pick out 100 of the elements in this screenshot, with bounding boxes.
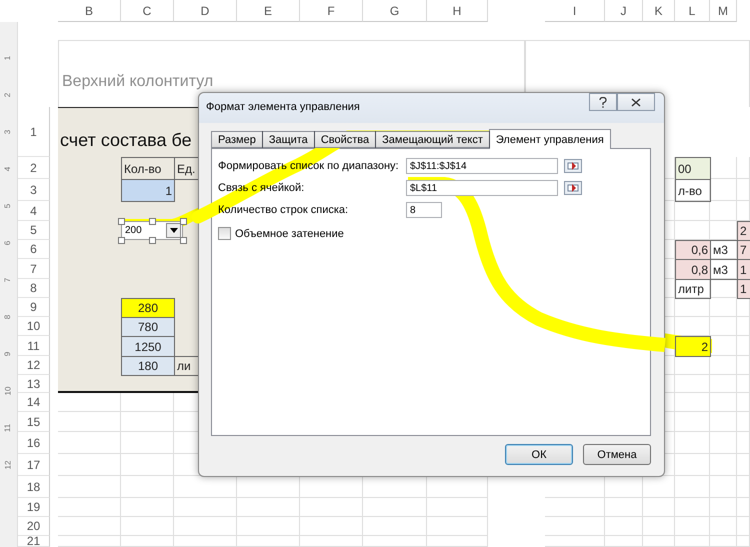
ruler-mark: 2 — [2, 92, 14, 98]
table-cell: 1250 — [121, 336, 175, 357]
row-number[interactable]: 8 — [18, 279, 50, 298]
empty-cell — [737, 317, 750, 336]
input-field[interactable]: $L$11 — [406, 180, 558, 196]
empty-cell — [710, 454, 737, 476]
table-cell: 1 — [737, 279, 750, 299]
column-header[interactable]: F — [300, 0, 363, 22]
empty-cell — [737, 179, 750, 201]
row-number[interactable]: 6 — [18, 240, 50, 259]
row-number[interactable]: 14 — [18, 393, 50, 412]
empty-cell — [237, 536, 300, 547]
resize-handle[interactable] — [118, 218, 125, 225]
empty-cell — [737, 393, 750, 412]
empty-cell — [174, 498, 237, 517]
input-field[interactable]: $J$11:$J$14 — [406, 158, 558, 174]
table-cell: 0,6 — [675, 240, 711, 260]
column-header[interactable]: G — [363, 0, 427, 22]
row-number[interactable]: 17 — [18, 454, 50, 476]
dialog-button[interactable]: ОК — [505, 444, 573, 465]
resize-handle[interactable] — [118, 237, 125, 244]
column-header[interactable]: K — [643, 0, 675, 22]
column-header[interactable]: E — [237, 0, 300, 22]
row-number[interactable]: 4 — [18, 201, 50, 221]
empty-cell — [121, 498, 174, 517]
empty-cell — [710, 393, 737, 412]
range-select-icon[interactable] — [564, 159, 582, 173]
empty-cell — [174, 536, 237, 547]
dialog-tab[interactable]: Размер — [211, 131, 263, 148]
dialog-tab[interactable]: Свойства — [314, 131, 376, 148]
empty-cell — [237, 498, 300, 517]
empty-cell — [58, 536, 121, 547]
column-header[interactable]: L — [675, 0, 710, 22]
row-number[interactable]: 18 — [18, 476, 50, 498]
ruler-mark: 12 — [2, 460, 14, 470]
dialog-tab[interactable]: Элемент управления — [488, 129, 611, 149]
row-number[interactable]: 5 — [18, 221, 50, 240]
close-button[interactable] — [617, 93, 655, 111]
row-number[interactable]: 10 — [18, 317, 50, 336]
ruler-mark: 3 — [2, 130, 14, 134]
resize-handle[interactable] — [180, 218, 187, 225]
ruler-mark: 8 — [2, 314, 14, 320]
empty-cell — [737, 157, 750, 179]
row-number[interactable]: 15 — [18, 412, 50, 432]
table-cell: литр — [675, 279, 711, 299]
empty-cell — [58, 476, 121, 498]
checkbox-label[interactable]: Объемное затенение — [235, 228, 344, 240]
row-number[interactable]: 16 — [18, 432, 50, 454]
empty-cell — [710, 179, 737, 201]
close-icon — [631, 98, 641, 106]
row-number[interactable]: 20 — [18, 517, 50, 536]
row-number[interactable]: 3 — [18, 179, 50, 201]
dialog-title: Формат элемента управления — [206, 101, 360, 113]
empty-cell — [643, 498, 675, 517]
table-cell: 2 — [675, 336, 711, 357]
table-cell: л-во — [675, 179, 711, 202]
dialog-button[interactable]: Отмена — [583, 444, 651, 465]
range-select-icon[interactable] — [564, 181, 582, 195]
dialog-tab[interactable]: Замещающий текст — [375, 131, 490, 148]
checkbox[interactable] — [218, 227, 231, 240]
column-header[interactable]: B — [58, 0, 121, 22]
row-number[interactable]: 9 — [18, 298, 50, 317]
empty-cell — [121, 517, 174, 536]
row-number[interactable]: 12 — [18, 356, 50, 375]
column-header[interactable]: H — [427, 0, 488, 22]
empty-cell — [710, 356, 737, 375]
table-cell: 1 — [121, 179, 175, 202]
empty-cell — [237, 517, 300, 536]
row-number[interactable]: 19 — [18, 498, 50, 517]
column-header[interactable]: I — [545, 0, 605, 22]
empty-cell — [300, 536, 363, 547]
row-number[interactable]: 21 — [18, 536, 50, 547]
row-number[interactable]: 1 — [18, 107, 50, 157]
resize-handle[interactable] — [149, 237, 156, 244]
empty-cell — [605, 536, 643, 547]
row-number[interactable]: 13 — [18, 375, 50, 393]
empty-cell — [737, 336, 750, 356]
empty-cell — [675, 201, 710, 221]
row-number[interactable]: 2 — [18, 157, 50, 179]
input-field[interactable]: 8 — [406, 202, 442, 218]
resize-handle[interactable] — [149, 218, 156, 225]
empty-cell — [675, 517, 710, 536]
ruler-mark: 11 — [2, 424, 14, 432]
dialog-tab[interactable]: Защита — [262, 131, 315, 148]
resize-handle[interactable] — [180, 237, 187, 244]
column-header[interactable]: J — [605, 0, 643, 22]
column-header[interactable]: C — [121, 0, 174, 22]
row-number[interactable]: 11 — [18, 336, 50, 356]
column-header[interactable]: D — [174, 0, 237, 22]
column-header[interactable]: M — [710, 0, 737, 22]
empty-cell — [710, 317, 737, 336]
row-number[interactable]: 7 — [18, 259, 50, 279]
empty-cell — [58, 454, 121, 476]
empty-cell — [675, 432, 710, 454]
empty-cell — [58, 517, 121, 536]
combo-box[interactable]: 200 — [121, 221, 183, 240]
empty-cell — [737, 356, 750, 375]
empty-cell — [675, 393, 710, 412]
help-button[interactable] — [589, 93, 617, 111]
empty-cell — [737, 454, 750, 476]
